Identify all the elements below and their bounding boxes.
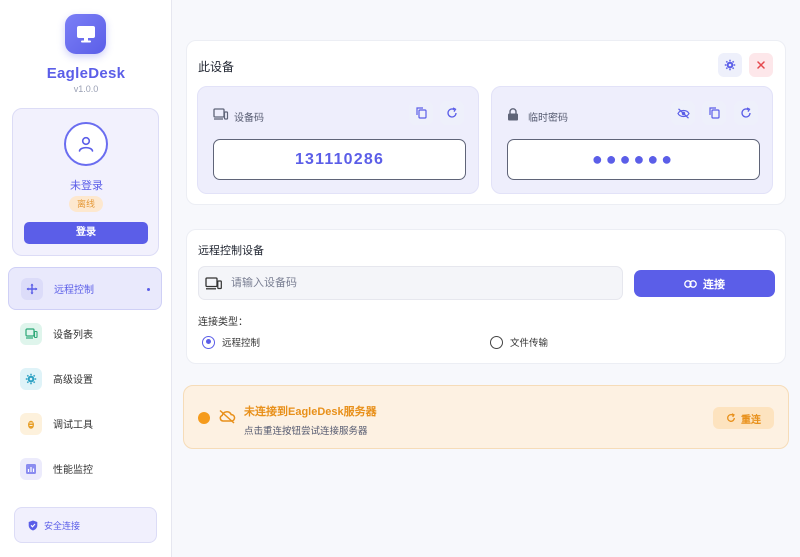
sidebar: EagleDesk v1.0.0 未登录 离线 登录 远程控制 设备列表 高级设… <box>0 0 172 557</box>
alert-title: 未连接到EagleDesk服务器 <box>244 406 377 418</box>
link-icon <box>684 279 697 288</box>
gear-icon <box>20 367 42 390</box>
sidebar-item-label: 调试工具 <box>53 420 93 431</box>
device-code-value: 131110286 <box>213 139 466 180</box>
close-icon <box>757 61 765 69</box>
status-dot <box>198 412 210 424</box>
refresh-password-button[interactable] <box>734 101 758 125</box>
radio-remote-control[interactable]: 远程控制 <box>202 335 260 349</box>
refresh-icon <box>741 107 751 118</box>
device-code-input-wrapper <box>198 266 623 300</box>
login-button[interactable]: 登录 <box>24 222 148 244</box>
move-icon <box>21 277 43 300</box>
connection-alert: 未连接到EagleDesk服务器 点击重连按钮尝试连接服务器 重连 <box>183 385 789 449</box>
sidebar-item-performance[interactable]: 性能监控 <box>8 447 162 490</box>
devices-icon <box>213 108 229 120</box>
app-logo <box>65 14 106 54</box>
toggle-password-visibility-button[interactable] <box>671 101 695 125</box>
active-indicator <box>147 288 150 291</box>
remote-control-card: 远程控制设备 连接 连接类型： 远程控制 文件传输 <box>186 229 786 364</box>
user-icon <box>78 136 94 152</box>
device-code-label: 设备码 <box>234 113 264 124</box>
eye-off-icon <box>676 107 690 119</box>
sidebar-item-advanced-settings[interactable]: 高级设置 <box>8 357 162 400</box>
refresh-icon <box>727 413 735 422</box>
this-device-card: 此设备 设备码 131110286 临时密码 ●●●●●● <box>186 40 786 205</box>
sidebar-item-label: 远程控制 <box>54 285 94 296</box>
remote-control-title: 远程控制设备 <box>198 245 264 257</box>
sidebar-item-label: 设备列表 <box>53 330 93 341</box>
device-code-panel: 设备码 131110286 <box>197 86 479 194</box>
refresh-device-code-button[interactable] <box>440 101 464 125</box>
temp-password-panel: 临时密码 ●●●●●● <box>491 86 773 194</box>
status-badge: 离线 <box>69 196 103 212</box>
radio-label: 远程控制 <box>222 338 261 349</box>
reconnect-button[interactable]: 重连 <box>713 407 774 429</box>
app-version: v1.0.0 <box>73 84 99 94</box>
sidebar-nav: 远程控制 设备列表 高级设置 调试工具 性能监控 <box>8 267 162 492</box>
cloud-off-icon <box>219 409 236 424</box>
chart-icon <box>20 457 42 480</box>
radio-circle[interactable] <box>202 335 215 349</box>
connect-label: 连接 <box>703 278 725 291</box>
settings-button[interactable] <box>718 53 742 77</box>
monitor-icon <box>76 26 95 43</box>
temp-password-label: 临时密码 <box>528 113 568 124</box>
reconnect-label: 重连 <box>741 414 761 426</box>
sidebar-item-label: 性能监控 <box>53 465 93 476</box>
connection-type-label: 连接类型： <box>198 317 248 328</box>
user-name: 未登录 <box>70 180 103 192</box>
avatar[interactable] <box>64 122 108 166</box>
shield-icon <box>28 520 38 530</box>
sidebar-item-label: 高级设置 <box>53 375 93 386</box>
this-device-title: 此设备 <box>198 60 235 74</box>
temp-password-value: ●●●●●● <box>507 139 760 180</box>
gear-icon <box>724 59 736 71</box>
sidebar-item-device-list[interactable]: 设备列表 <box>8 312 162 355</box>
close-button[interactable] <box>749 53 773 77</box>
radio-label: 文件传输 <box>510 338 549 349</box>
copy-password-button[interactable] <box>702 101 726 125</box>
radio-circle[interactable] <box>490 335 503 349</box>
alert-subtitle: 点击重连按钮尝试连接服务器 <box>244 426 368 437</box>
security-status: 安全连接 <box>14 507 157 543</box>
sidebar-item-remote-control[interactable]: 远程控制 <box>8 267 162 310</box>
device-code-input[interactable] <box>231 277 591 289</box>
user-card: 未登录 离线 登录 <box>12 108 159 256</box>
security-label: 安全连接 <box>44 520 81 531</box>
lock-icon <box>508 108 518 121</box>
copy-device-code-button[interactable] <box>409 101 433 125</box>
connect-button[interactable]: 连接 <box>634 270 775 297</box>
sidebar-item-debug-tools[interactable]: 调试工具 <box>8 402 162 445</box>
app-name: EagleDesk <box>46 65 126 82</box>
refresh-icon <box>447 107 457 118</box>
radio-file-transfer[interactable]: 文件传输 <box>490 335 548 349</box>
devices-icon <box>20 322 42 345</box>
devices-icon <box>205 276 222 289</box>
bug-icon <box>20 412 42 435</box>
copy-icon <box>415 107 427 119</box>
copy-icon <box>708 107 720 119</box>
